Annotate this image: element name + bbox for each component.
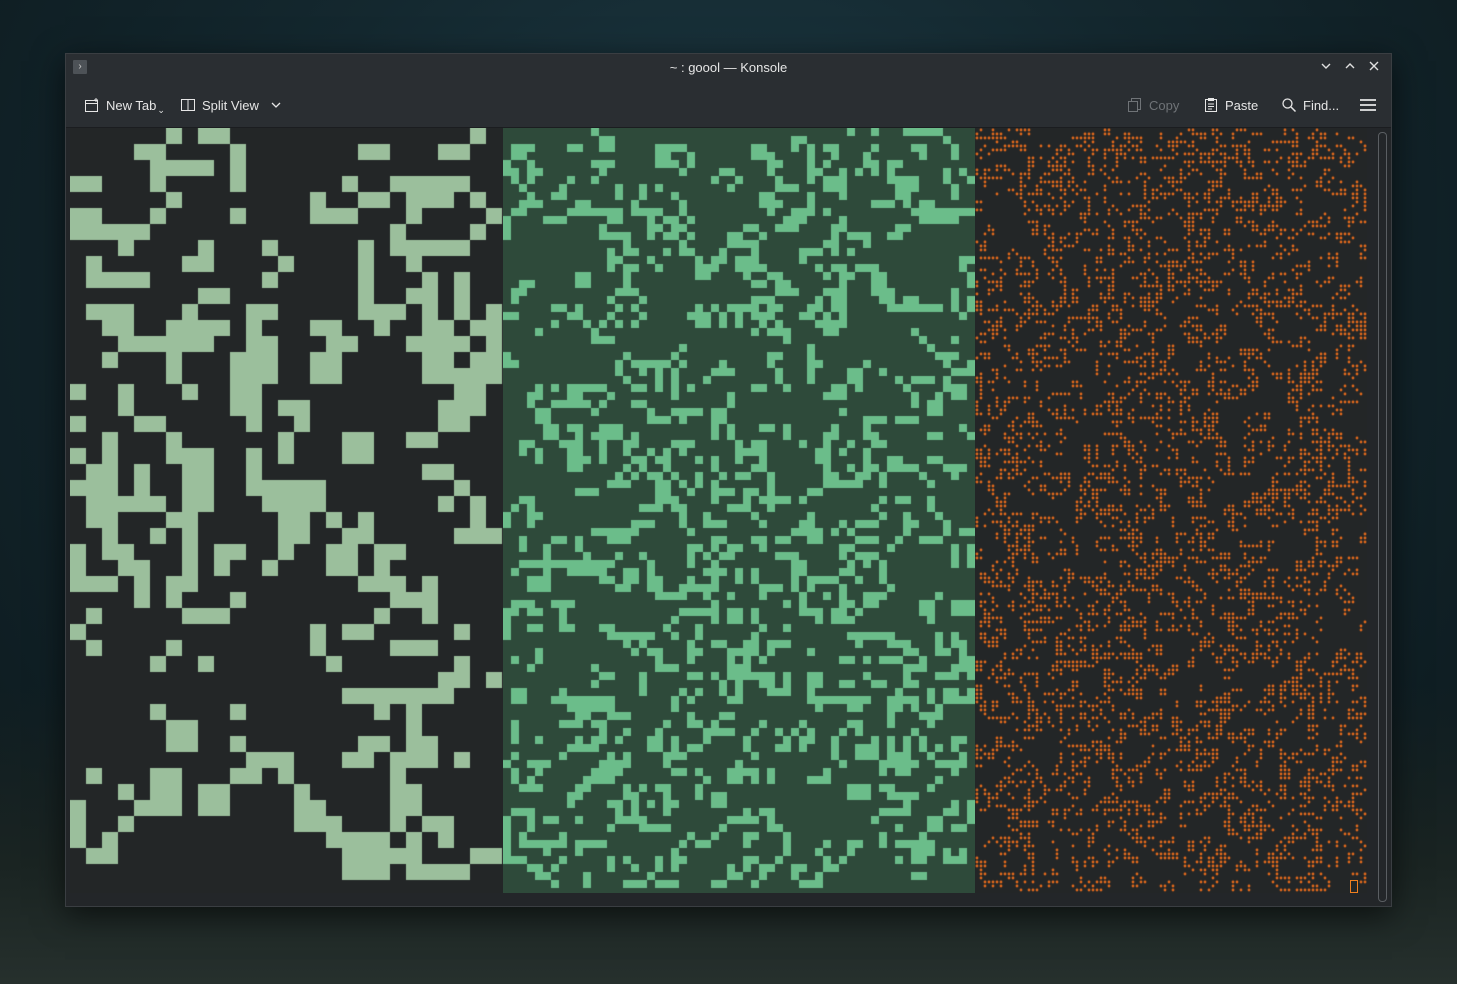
scrollbar[interactable]	[1375, 130, 1387, 902]
konsole-window: › ~ : goool — Konsole New Tab ⌄ Split Vi…	[65, 53, 1392, 907]
close-icon[interactable]	[1364, 58, 1384, 78]
scrollbar-track[interactable]	[1378, 132, 1387, 902]
hamburger-menu-icon[interactable]	[1359, 95, 1377, 115]
new-tab-button[interactable]: New Tab ⌄	[84, 95, 165, 115]
game-of-life-grid	[503, 128, 975, 893]
paste-label: Paste	[1225, 97, 1259, 113]
paste-icon	[1203, 97, 1219, 113]
copy-icon	[1127, 97, 1143, 113]
find-label: Find...	[1303, 97, 1340, 113]
search-icon	[1281, 97, 1297, 113]
find-button[interactable]: Find...	[1281, 95, 1339, 115]
terminal-pane-middle[interactable]	[503, 128, 975, 893]
titlebar[interactable]: › ~ : goool — Konsole	[66, 54, 1391, 82]
minimize-icon[interactable]	[1316, 58, 1336, 78]
game-of-life-grid	[70, 128, 503, 893]
new-tab-label: New Tab	[106, 97, 157, 113]
split-view-icon	[180, 97, 196, 113]
terminal-pane-right[interactable]	[975, 128, 1367, 893]
terminal-cursor	[1350, 880, 1358, 893]
window-title: ~ : goool — Konsole	[669, 60, 788, 75]
toolbar: New Tab ⌄ Split View Copy Paste Find...	[66, 82, 1391, 128]
terminal-pane-left[interactable]	[70, 128, 503, 893]
paste-button[interactable]: Paste	[1203, 95, 1258, 115]
split-view-label: Split View	[202, 97, 259, 113]
terminal-area[interactable]	[67, 128, 1377, 905]
game-of-life-grid	[975, 128, 1367, 893]
split-view-button[interactable]: Split View	[180, 95, 281, 115]
maximize-icon[interactable]	[1340, 58, 1360, 78]
copy-label: Copy	[1149, 97, 1180, 113]
new-tab-icon	[84, 97, 100, 113]
copy-button[interactable]: Copy	[1127, 95, 1179, 115]
chevron-down-icon[interactable]	[271, 98, 281, 113]
chevron-down-icon: ⌄	[157, 104, 165, 115]
